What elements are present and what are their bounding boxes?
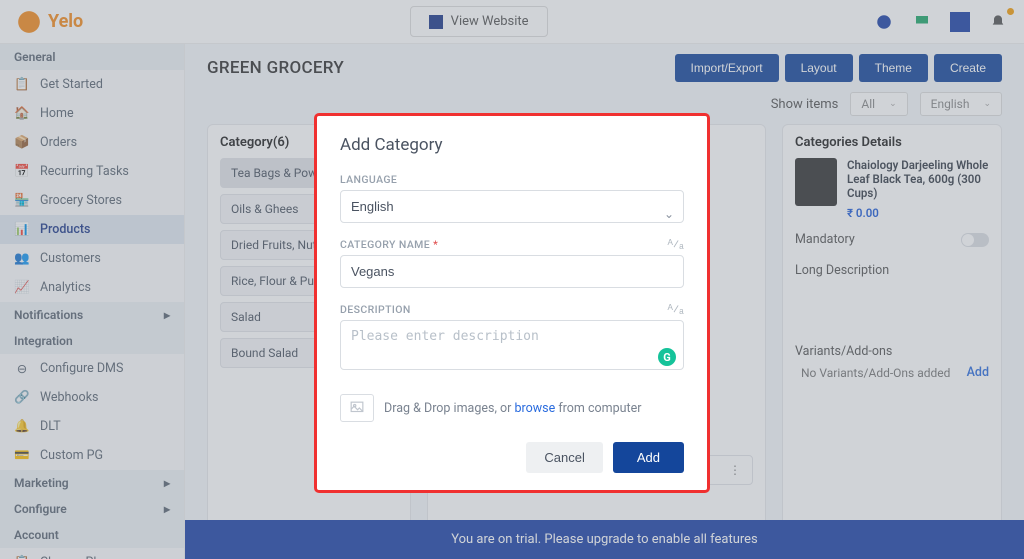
language-label: LANGUAGE xyxy=(340,173,684,186)
description-input[interactable] xyxy=(340,320,684,370)
cancel-button[interactable]: Cancel xyxy=(526,442,602,473)
browse-link[interactable]: browse xyxy=(514,401,555,416)
translate-icon[interactable]: ᴬ⁄ₐ xyxy=(668,237,685,251)
description-label: DESCRIPTIONᴬ⁄ₐ xyxy=(340,302,684,316)
category-name-label: CATEGORY NAME *ᴬ⁄ₐ xyxy=(340,237,684,251)
image-upload[interactable]: Drag & Drop images, or browse from compu… xyxy=(340,394,684,422)
grammarly-icon[interactable]: G xyxy=(658,348,676,366)
add-category-modal: Add Category LANGUAGE ⌄ CATEGORY NAME *ᴬ… xyxy=(316,115,708,491)
translate-icon[interactable]: ᴬ⁄ₐ xyxy=(668,302,685,316)
modal-overlay: Add Category LANGUAGE ⌄ CATEGORY NAME *ᴬ… xyxy=(0,0,1024,559)
category-name-input[interactable] xyxy=(340,255,684,288)
add-button[interactable]: Add xyxy=(613,442,684,473)
image-icon xyxy=(340,394,374,422)
language-select[interactable] xyxy=(340,190,684,223)
modal-title: Add Category xyxy=(340,135,684,155)
